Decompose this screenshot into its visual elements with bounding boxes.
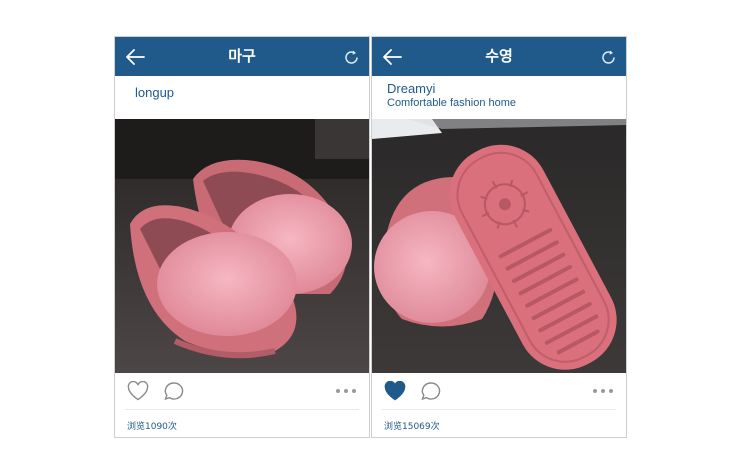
divider [125, 409, 359, 410]
top-bar: 마구 [115, 37, 369, 76]
comment-icon[interactable] [420, 381, 442, 401]
post-photo[interactable] [372, 119, 626, 373]
refresh-icon[interactable] [600, 49, 617, 66]
post-card-right: 수영 Dreamyi Comfortable fashion home 浏览15… [371, 36, 627, 438]
user-info: longup [115, 76, 369, 120]
username[interactable]: Dreamyi [387, 81, 435, 96]
more-options-icon[interactable] [592, 388, 614, 394]
comment-icon[interactable] [163, 381, 185, 401]
heart-icon[interactable] [127, 381, 149, 401]
username[interactable]: longup [135, 85, 174, 100]
top-bar: 수영 [372, 37, 626, 76]
divider [382, 409, 616, 410]
user-info: Dreamyi Comfortable fashion home [372, 76, 626, 120]
view-count: 浏览15069次 [384, 422, 440, 432]
action-bar [115, 373, 369, 409]
user-tagline: Comfortable fashion home [387, 97, 517, 109]
more-options-icon[interactable] [335, 388, 357, 394]
post-card-left: 마구 longup 浏览1090次 [114, 36, 370, 438]
page-title: 수영 [485, 47, 513, 65]
view-count: 浏览1090次 [127, 422, 177, 432]
page-title: 마구 [228, 47, 256, 65]
heart-icon[interactable] [384, 381, 406, 401]
action-bar [372, 373, 626, 409]
refresh-icon[interactable] [343, 49, 360, 66]
post-photo[interactable] [115, 119, 369, 373]
